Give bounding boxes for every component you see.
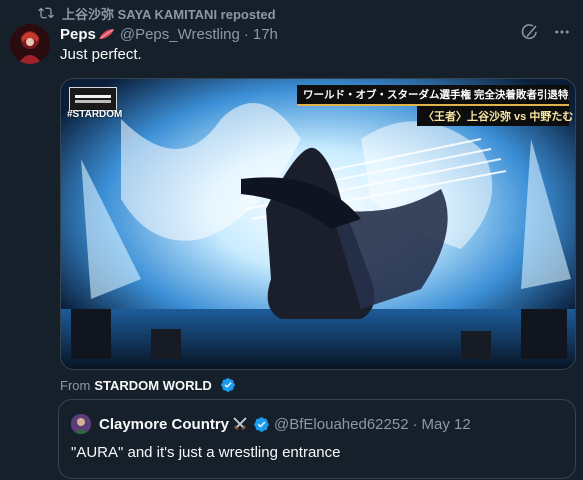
- quote-display-name[interactable]: Claymore Country: [99, 416, 229, 433]
- stardom-logo: [69, 87, 117, 111]
- banner-line-1: ワールド・オブ・スターダム選手権 完全決着敗者引退特別ルール: [297, 85, 569, 106]
- broadcast-banner: ワールド・オブ・スターダム選手権 完全決着敗者引退特別ルール 〈王者〉上谷沙弥 …: [297, 85, 573, 126]
- quote-avatar[interactable]: [71, 414, 91, 434]
- reddish-feather-emoji: [98, 27, 116, 41]
- crossed-swords-emoji: [231, 415, 249, 433]
- quote-timestamp[interactable]: May 12: [422, 416, 471, 433]
- quote-header: Claymore Country @BfElouahed62252 · May …: [71, 414, 563, 434]
- quoted-tweet-card[interactable]: Claymore Country @BfElouahed62252 · May …: [58, 399, 576, 479]
- avatar[interactable]: [10, 24, 50, 64]
- header-actions: [521, 24, 571, 44]
- more-icon[interactable]: [553, 23, 571, 45]
- quote-handle[interactable]: @BfElouahed62252: [274, 416, 409, 433]
- repost-indicator[interactable]: 上谷沙弥 SAYA KAMITANI reposted: [38, 4, 276, 22]
- banner-line-2: 〈王者〉上谷沙弥 vs 中野たむ: [417, 106, 573, 126]
- display-name[interactable]: Peps: [60, 26, 96, 43]
- timestamp[interactable]: 17h: [253, 26, 278, 43]
- repost-icon: [38, 5, 54, 21]
- stardom-watermark: #STARDOM: [67, 109, 123, 120]
- quote-verified-badge-icon: [253, 416, 270, 433]
- tweet-text: Just perfect.: [60, 46, 142, 63]
- from-attribution: From STARDOM WORLD: [60, 377, 237, 394]
- video-media[interactable]: #STARDOM ワールド・オブ・スターダム選手権 完全決着敗者引退特別ルール …: [60, 78, 576, 370]
- verified-badge-icon: [220, 377, 237, 394]
- grok-icon[interactable]: [521, 23, 539, 45]
- from-prefix: From: [60, 378, 91, 393]
- quote-text: "AURA" and it's just a wrestling entranc…: [71, 444, 341, 461]
- quote-separator-dot: ·: [412, 415, 418, 433]
- tweet-header: Peps @Peps_Wrestling · 17h: [60, 24, 571, 44]
- handle[interactable]: @Peps_Wrestling: [120, 26, 240, 43]
- from-source-link[interactable]: STARDOM WORLD: [94, 378, 211, 393]
- repost-label: 上谷沙弥 SAYA KAMITANI reposted: [62, 6, 276, 22]
- separator-dot: ·: [243, 25, 249, 43]
